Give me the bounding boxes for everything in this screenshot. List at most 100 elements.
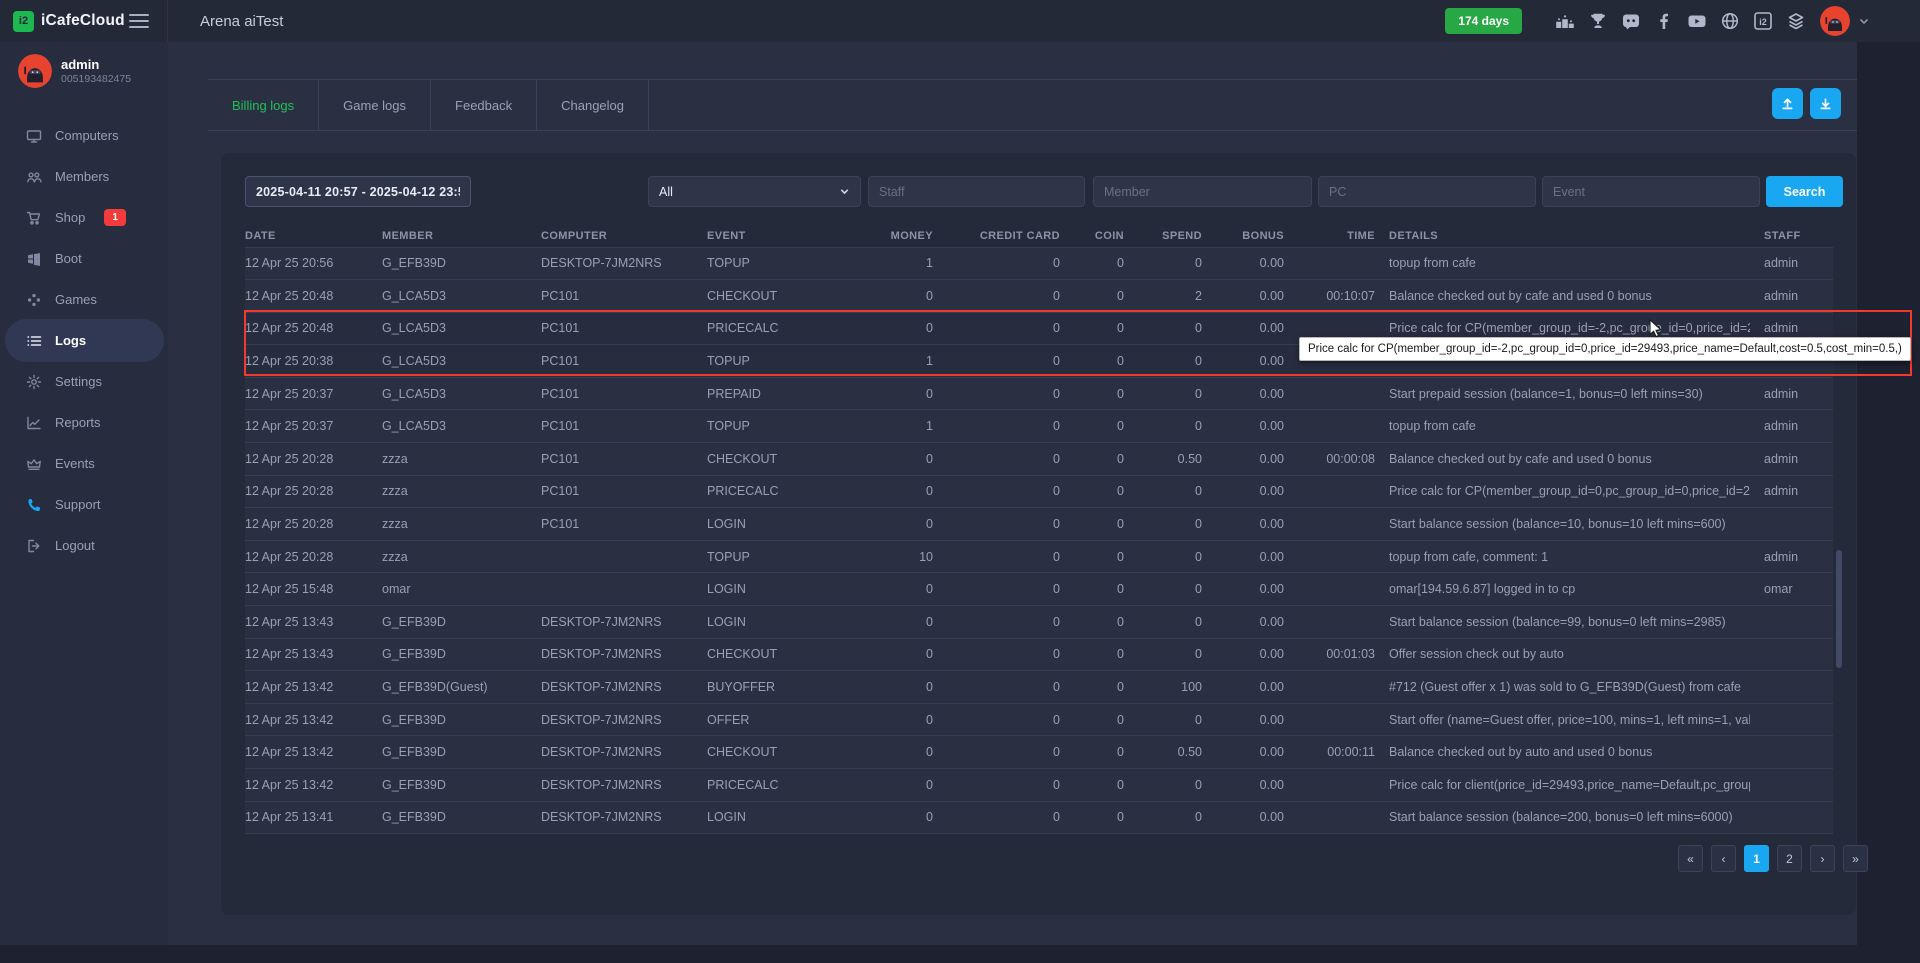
date-range-filter[interactable] [245,176,471,207]
cell-spend: 0 [1124,377,1202,410]
event-type-select[interactable]: All [648,176,861,207]
sidebar-item-logs[interactable]: Logs [0,320,168,361]
youtube-icon[interactable] [1687,11,1707,31]
sidebar-item-reports[interactable]: Reports [0,402,168,443]
cell-credit-card: 0 [933,508,1060,541]
cell-details[interactable]: Start balance session (balance=200, bonu… [1375,801,1750,834]
cell-staff: admin [1750,475,1833,508]
page-2-button[interactable]: 2 [1777,845,1802,872]
page-last-button[interactable]: » [1843,845,1868,872]
cell-coin: 0 [1060,540,1124,573]
sidebar-item-shop[interactable]: Shop 1 [0,197,168,238]
sidebar-item-boot[interactable]: Boot [0,238,168,279]
member-filter-input[interactable] [1093,176,1312,207]
icafecloud-logo-icon: i2 [13,11,34,32]
cell-details[interactable]: topup from cafe [1375,410,1750,443]
sidebar-item-events[interactable]: Events [0,443,168,484]
cell-bonus: 0.00 [1202,540,1284,573]
billing-table-body: 12 Apr 25 20:56 G_EFB39D DESKTOP-7JM2NRS… [245,247,1833,834]
cell-credit-card: 0 [933,540,1060,573]
cell-member: G_EFB39D [382,606,541,639]
event-filter-input[interactable] [1542,176,1760,207]
sidebar-user[interactable]: admin 005193482475 [18,54,131,88]
sidebar-item-settings[interactable]: Settings [0,361,168,402]
cell-money: 0 [853,508,933,541]
cell-details[interactable]: Start prepaid session (balance=1, bonus=… [1375,377,1750,410]
table-row: 12 Apr 25 13:43 G_EFB39D DESKTOP-7JM2NRS… [245,638,1833,671]
cell-spend: 0 [1124,606,1202,639]
cell-event: CHECKOUT [707,736,853,769]
menu-toggle-button[interactable] [129,12,149,30]
page-1-button[interactable]: 1 [1744,845,1769,872]
cell-details[interactable]: topup from cafe [1375,247,1750,280]
table-scrollbar-thumb[interactable] [1836,550,1842,668]
cell-bonus: 0.00 [1202,247,1284,280]
cell-details[interactable]: topup from cafe, comment: 1 [1375,540,1750,573]
chevron-down-icon[interactable] [1858,15,1870,27]
staff-filter-input[interactable] [868,176,1085,207]
event-type-filter[interactable]: All [648,176,861,207]
cell-spend: 0 [1124,573,1202,606]
cell-details[interactable]: Balance checked out by cafe and used 0 b… [1375,280,1750,313]
ranking-icon[interactable] [1555,11,1575,31]
cell-details[interactable]: Balance checked out by auto and used 0 b… [1375,736,1750,769]
discord-icon[interactable] [1621,11,1641,31]
table-row: 12 Apr 25 20:28 zzza PC101 CHECKOUT 0 0 … [245,443,1833,476]
tab-changelog[interactable]: Changelog [537,80,649,130]
date-range-input[interactable] [245,176,471,207]
cell-details[interactable]: Start offer (name=Guest offer, price=100… [1375,703,1750,736]
globe-icon[interactable] [1720,11,1740,31]
license-days-badge[interactable]: 174 days [1445,8,1522,34]
cell-time [1284,410,1375,443]
cell-coin: 0 [1060,508,1124,541]
cell-money: 0 [853,736,933,769]
user-avatar[interactable] [1820,6,1850,36]
cell-details[interactable]: Price calc for CP(member_group_id=0,pc_g… [1375,475,1750,508]
cell-time [1284,540,1375,573]
cell-date: 12 Apr 25 20:28 [245,508,382,541]
sidebar-item-computers[interactable]: Computers [0,115,168,156]
cell-member: G_EFB39D [382,801,541,834]
tab-game-logs[interactable]: Game logs [319,80,431,130]
cell-member: G_EFB39D [382,769,541,802]
cell-bonus: 0.00 [1202,377,1284,410]
cell-bonus: 0.00 [1202,638,1284,671]
cell-details[interactable]: #712 (Guest offer x 1) was sold to G_EFB… [1375,671,1750,704]
cell-details[interactable]: Offer session check out by auto [1375,638,1750,671]
export-download-button[interactable] [1810,88,1841,119]
cell-computer [541,540,707,573]
cell-details[interactable]: Start balance session (balance=99, bonus… [1375,606,1750,639]
page-first-button[interactable]: « [1678,845,1703,872]
cell-member: G_EFB39D [382,638,541,671]
search-button[interactable]: Search [1766,176,1843,207]
tab-billing-logs[interactable]: Billing logs [208,80,319,130]
page-prev-button[interactable]: ‹ [1711,845,1736,872]
chart-icon [26,415,42,431]
page-next-button[interactable]: › [1810,845,1835,872]
cell-details[interactable]: Start balance session (balance=10, bonus… [1375,508,1750,541]
table-row: 12 Apr 25 20:37 G_LCA5D3 PC101 PREPAID 0… [245,377,1833,410]
export-upload-button[interactable] [1772,88,1803,119]
sidebar-item-logout[interactable]: Logout [0,525,168,566]
cell-credit-card: 0 [933,638,1060,671]
sidebar-item-games[interactable]: Games [0,279,168,320]
col-event: EVENT [707,225,853,247]
icafecloud-icon[interactable]: i2 [1753,11,1773,31]
sidebar-item-members[interactable]: Members [0,156,168,197]
trophy-icon[interactable] [1588,11,1608,31]
cell-credit-card: 0 [933,769,1060,802]
facebook-icon[interactable] [1654,11,1674,31]
pc-filter-input[interactable] [1318,176,1536,207]
tab-feedback[interactable]: Feedback [431,80,537,130]
cell-staff: admin [1750,377,1833,410]
sidebar-item-support[interactable]: Support [0,484,168,525]
cell-details[interactable]: Balance checked out by cafe and used 0 b… [1375,443,1750,476]
cell-member: G_LCA5D3 [382,312,541,345]
layers-icon[interactable] [1786,11,1806,31]
cell-bonus: 0.00 [1202,671,1284,704]
cell-details[interactable]: Price calc for client(price_id=29493,pri… [1375,769,1750,802]
cell-details[interactable]: omar[194.59.6.87] logged in to cp [1375,573,1750,606]
cell-bonus: 0.00 [1202,703,1284,736]
table-row: 12 Apr 25 20:28 zzza PC101 LOGIN 0 0 0 0… [245,508,1833,541]
cell-computer: DESKTOP-7JM2NRS [541,703,707,736]
